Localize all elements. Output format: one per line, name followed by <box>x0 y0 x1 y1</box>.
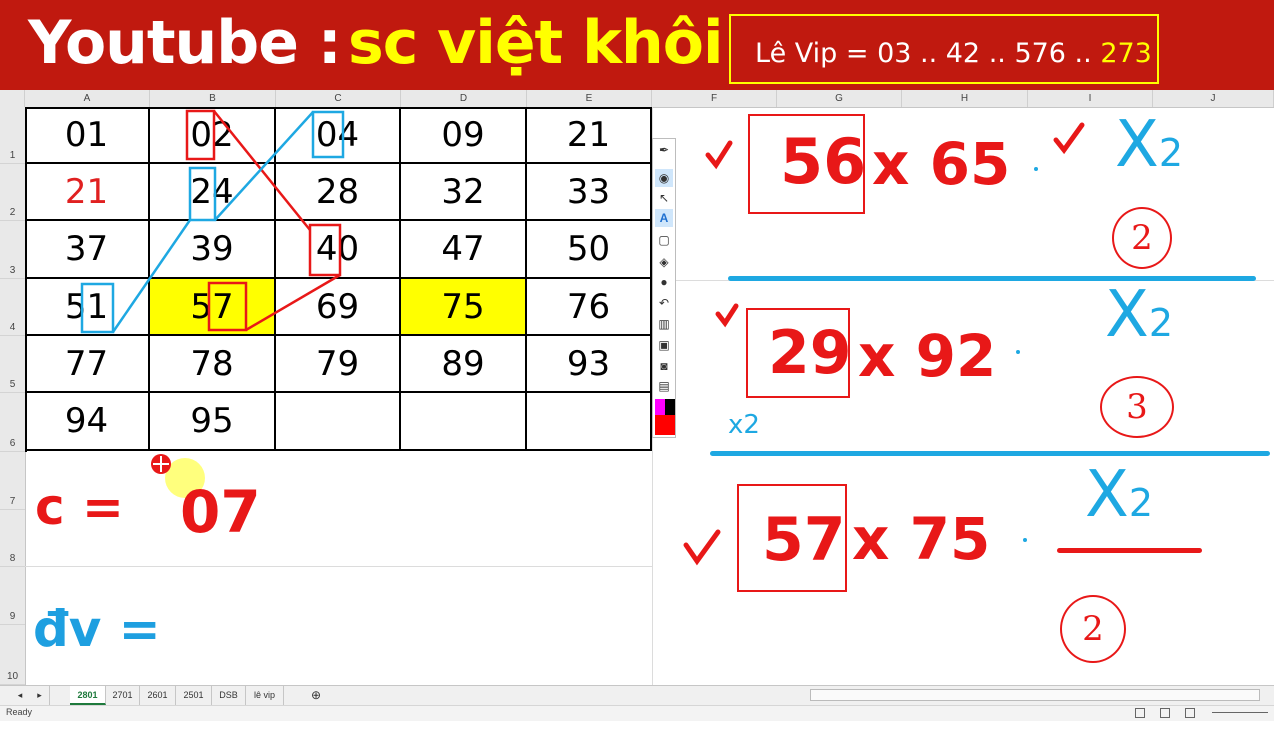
pen-toolbar: ✒ ◉ ↖ A ▢ ◈ ● ↶ ▥ ▣ ◙ ▤ <box>652 138 676 438</box>
red-mark-box <box>207 281 248 332</box>
status-ready: Ready <box>6 707 33 717</box>
x2-mark-2: X2 <box>1105 278 1173 352</box>
check-mark <box>1053 122 1085 155</box>
x2-mark-1: X2 <box>1115 108 1183 182</box>
red-connector-line <box>245 273 341 332</box>
x2-sub: 2 <box>1148 301 1174 345</box>
blue-connector-line <box>214 111 314 221</box>
pointer-icon[interactable]: ↖ <box>655 189 673 207</box>
red-underline <box>1057 548 1202 553</box>
sheet-tab-2501[interactable]: 2501 <box>176 686 212 705</box>
check-mark <box>705 140 733 170</box>
x2-label: X <box>1105 278 1149 352</box>
next-sheet-icon[interactable]: ▸ <box>30 686 50 705</box>
blue-mark-box <box>188 166 217 222</box>
c-value: 07 <box>180 478 261 546</box>
camera-icon[interactable]: ◙ <box>655 357 673 375</box>
small-x2-mark: x2 <box>728 410 760 440</box>
clipboard-icon[interactable]: ▤ <box>655 377 673 395</box>
dot-mark <box>1023 538 1027 542</box>
c-label: c = <box>35 478 124 536</box>
undo-icon[interactable]: ↶ <box>655 294 673 312</box>
sheet-tab-2801[interactable]: 2801 <box>70 686 106 705</box>
x2-sub: 2 <box>1128 481 1154 525</box>
add-sheet-icon[interactable]: ⊕ <box>306 686 326 705</box>
dot-mark <box>1016 350 1020 354</box>
blue-mark-box <box>80 282 115 334</box>
page-layout-icon[interactable] <box>1160 708 1170 718</box>
color-palette-icon[interactable] <box>655 399 675 415</box>
sheet-tab-2601[interactable]: 2601 <box>140 686 176 705</box>
eye-icon[interactable]: ◉ <box>655 169 673 187</box>
x2-mark-3: X2 <box>1085 458 1153 532</box>
dot-mark <box>1034 167 1038 171</box>
shape-tool-icon[interactable]: ▢ <box>655 231 673 249</box>
text-tool-icon[interactable]: A <box>655 209 673 227</box>
status-bar: Ready <box>0 705 1274 721</box>
circle-note-1: 2 <box>1112 207 1172 269</box>
normal-view-icon[interactable] <box>1135 708 1145 718</box>
pair1-second: x 65 <box>872 130 1011 198</box>
current-color-icon[interactable] <box>655 415 675 435</box>
pen-tool-icon[interactable]: ✒ <box>655 141 673 159</box>
check-mark <box>683 529 721 566</box>
dv-label: đv = <box>33 600 161 658</box>
sheet-tab-dsb[interactable]: DSB <box>212 686 246 705</box>
trash-icon[interactable]: ▥ <box>655 315 673 333</box>
blue-mark-box <box>311 110 345 159</box>
blue-divider-1 <box>728 276 1256 281</box>
pair1-first: 56 <box>780 125 867 198</box>
circle-note-3: 2 <box>1060 595 1126 663</box>
prev-sheet-icon[interactable]: ◂ <box>10 686 30 705</box>
board-icon[interactable]: ▣ <box>655 336 673 354</box>
x2-label: X <box>1115 108 1159 182</box>
pair3-first: 57 <box>762 505 846 575</box>
blue-divider-2 <box>710 451 1270 456</box>
pair3-second: x 75 <box>852 505 991 573</box>
red-mark-box <box>185 109 216 161</box>
sheet-tab-2701[interactable]: 2701 <box>106 686 140 705</box>
blue-connector-line <box>111 219 192 333</box>
check-mark <box>715 303 739 328</box>
dot-tool-icon[interactable]: ● <box>655 273 673 291</box>
horizontal-scrollbar[interactable] <box>810 689 1260 701</box>
pair2-second: x 92 <box>858 322 997 390</box>
page-break-icon[interactable] <box>1185 708 1195 718</box>
eraser-icon[interactable]: ◈ <box>655 253 673 271</box>
red-connector-line <box>213 110 311 231</box>
x2-label: X <box>1085 458 1129 532</box>
red-mark-box <box>308 223 342 277</box>
pair2-first: 29 <box>768 318 852 388</box>
circle-note-2: 3 <box>1100 376 1174 438</box>
zoom-slider[interactable] <box>1212 712 1268 713</box>
sheet-tab-le-vip[interactable]: lê vip <box>246 686 284 705</box>
x2-sub: 2 <box>1158 131 1184 175</box>
